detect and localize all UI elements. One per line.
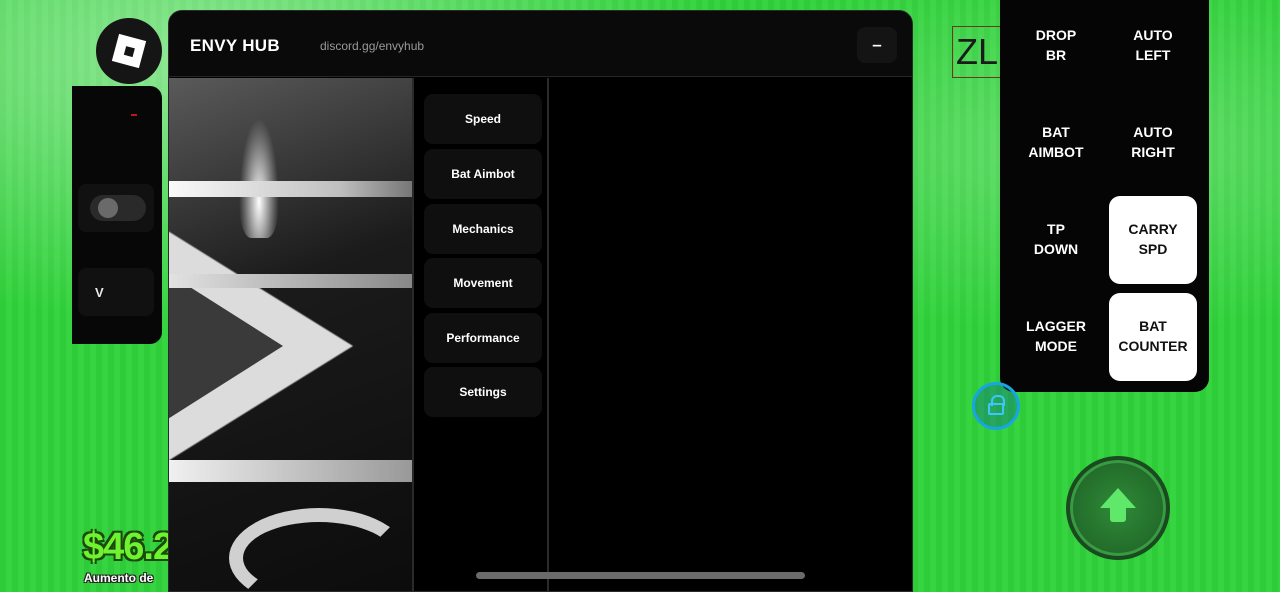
bind-tp-down[interactable]: TP DOWN [1012,196,1100,284]
sidebar-item-bat-aimbot[interactable]: Bat Aimbot [424,149,542,199]
keybind-panel: DROP BR AUTO LEFT BAT AIMBOT AUTO RIGHT … [1000,0,1209,392]
bind-lagger-mode[interactable]: LAGGER MODE [1012,293,1100,381]
left-control-panel: V [72,86,162,344]
roblox-logo-icon [111,33,147,69]
money-display: $46.2 [83,526,174,568]
keybind-button[interactable]: V [78,268,154,316]
zl-label: ZL [952,26,1002,78]
app-title: ENVY HUB [190,36,280,55]
bind-drop-br[interactable]: DROP BR [1012,2,1100,90]
sidebar-item-mechanics[interactable]: Mechanics [424,204,542,254]
sidebar-nav: Speed Bat Aimbot Mechanics Movement Perf… [412,78,549,591]
shift-lock-button[interactable] [972,382,1020,430]
titlebar: ENVY HUB discord.gg/envyhub – [169,11,912,77]
bind-auto-left[interactable]: AUTO LEFT [1109,2,1197,90]
bind-bat-counter[interactable]: BAT COUNTER [1109,293,1197,381]
chevron-inner-graphic [169,270,283,422]
money-subtitle: Aumento de [84,571,154,585]
banner-stripe [169,274,412,288]
sidebar-item-settings[interactable]: Settings [424,367,542,417]
home-indicator[interactable] [476,572,805,579]
bind-bat-aimbot[interactable]: BAT AIMBOT [1012,99,1100,187]
bind-carry-spd[interactable]: CARRY SPD [1109,196,1197,284]
toggle-switch[interactable] [90,195,146,221]
flame-graphic [239,118,279,238]
roblox-menu-button[interactable] [96,18,162,84]
status-dash [131,114,137,116]
sidebar-item-movement[interactable]: Movement [424,258,542,308]
banner-image [169,78,412,591]
swirl-graphic [229,508,409,591]
sidebar-item-speed[interactable]: Speed [424,94,542,144]
banner-stripe [169,460,412,482]
jump-arrow-icon [1098,488,1138,528]
toggle-container [78,184,154,232]
content-area [551,78,912,591]
envy-hub-window: ENVY HUB discord.gg/envyhub – Speed Bat … [168,10,913,592]
banner-stripe [169,181,412,197]
lock-icon [988,395,1005,415]
jump-button[interactable] [1066,456,1170,560]
minimize-button[interactable]: – [857,27,897,63]
sidebar-item-performance[interactable]: Performance [424,313,542,363]
bind-auto-right[interactable]: AUTO RIGHT [1109,99,1197,187]
discord-link[interactable]: discord.gg/envyhub [320,39,424,53]
keybind-label: V [95,284,104,300]
